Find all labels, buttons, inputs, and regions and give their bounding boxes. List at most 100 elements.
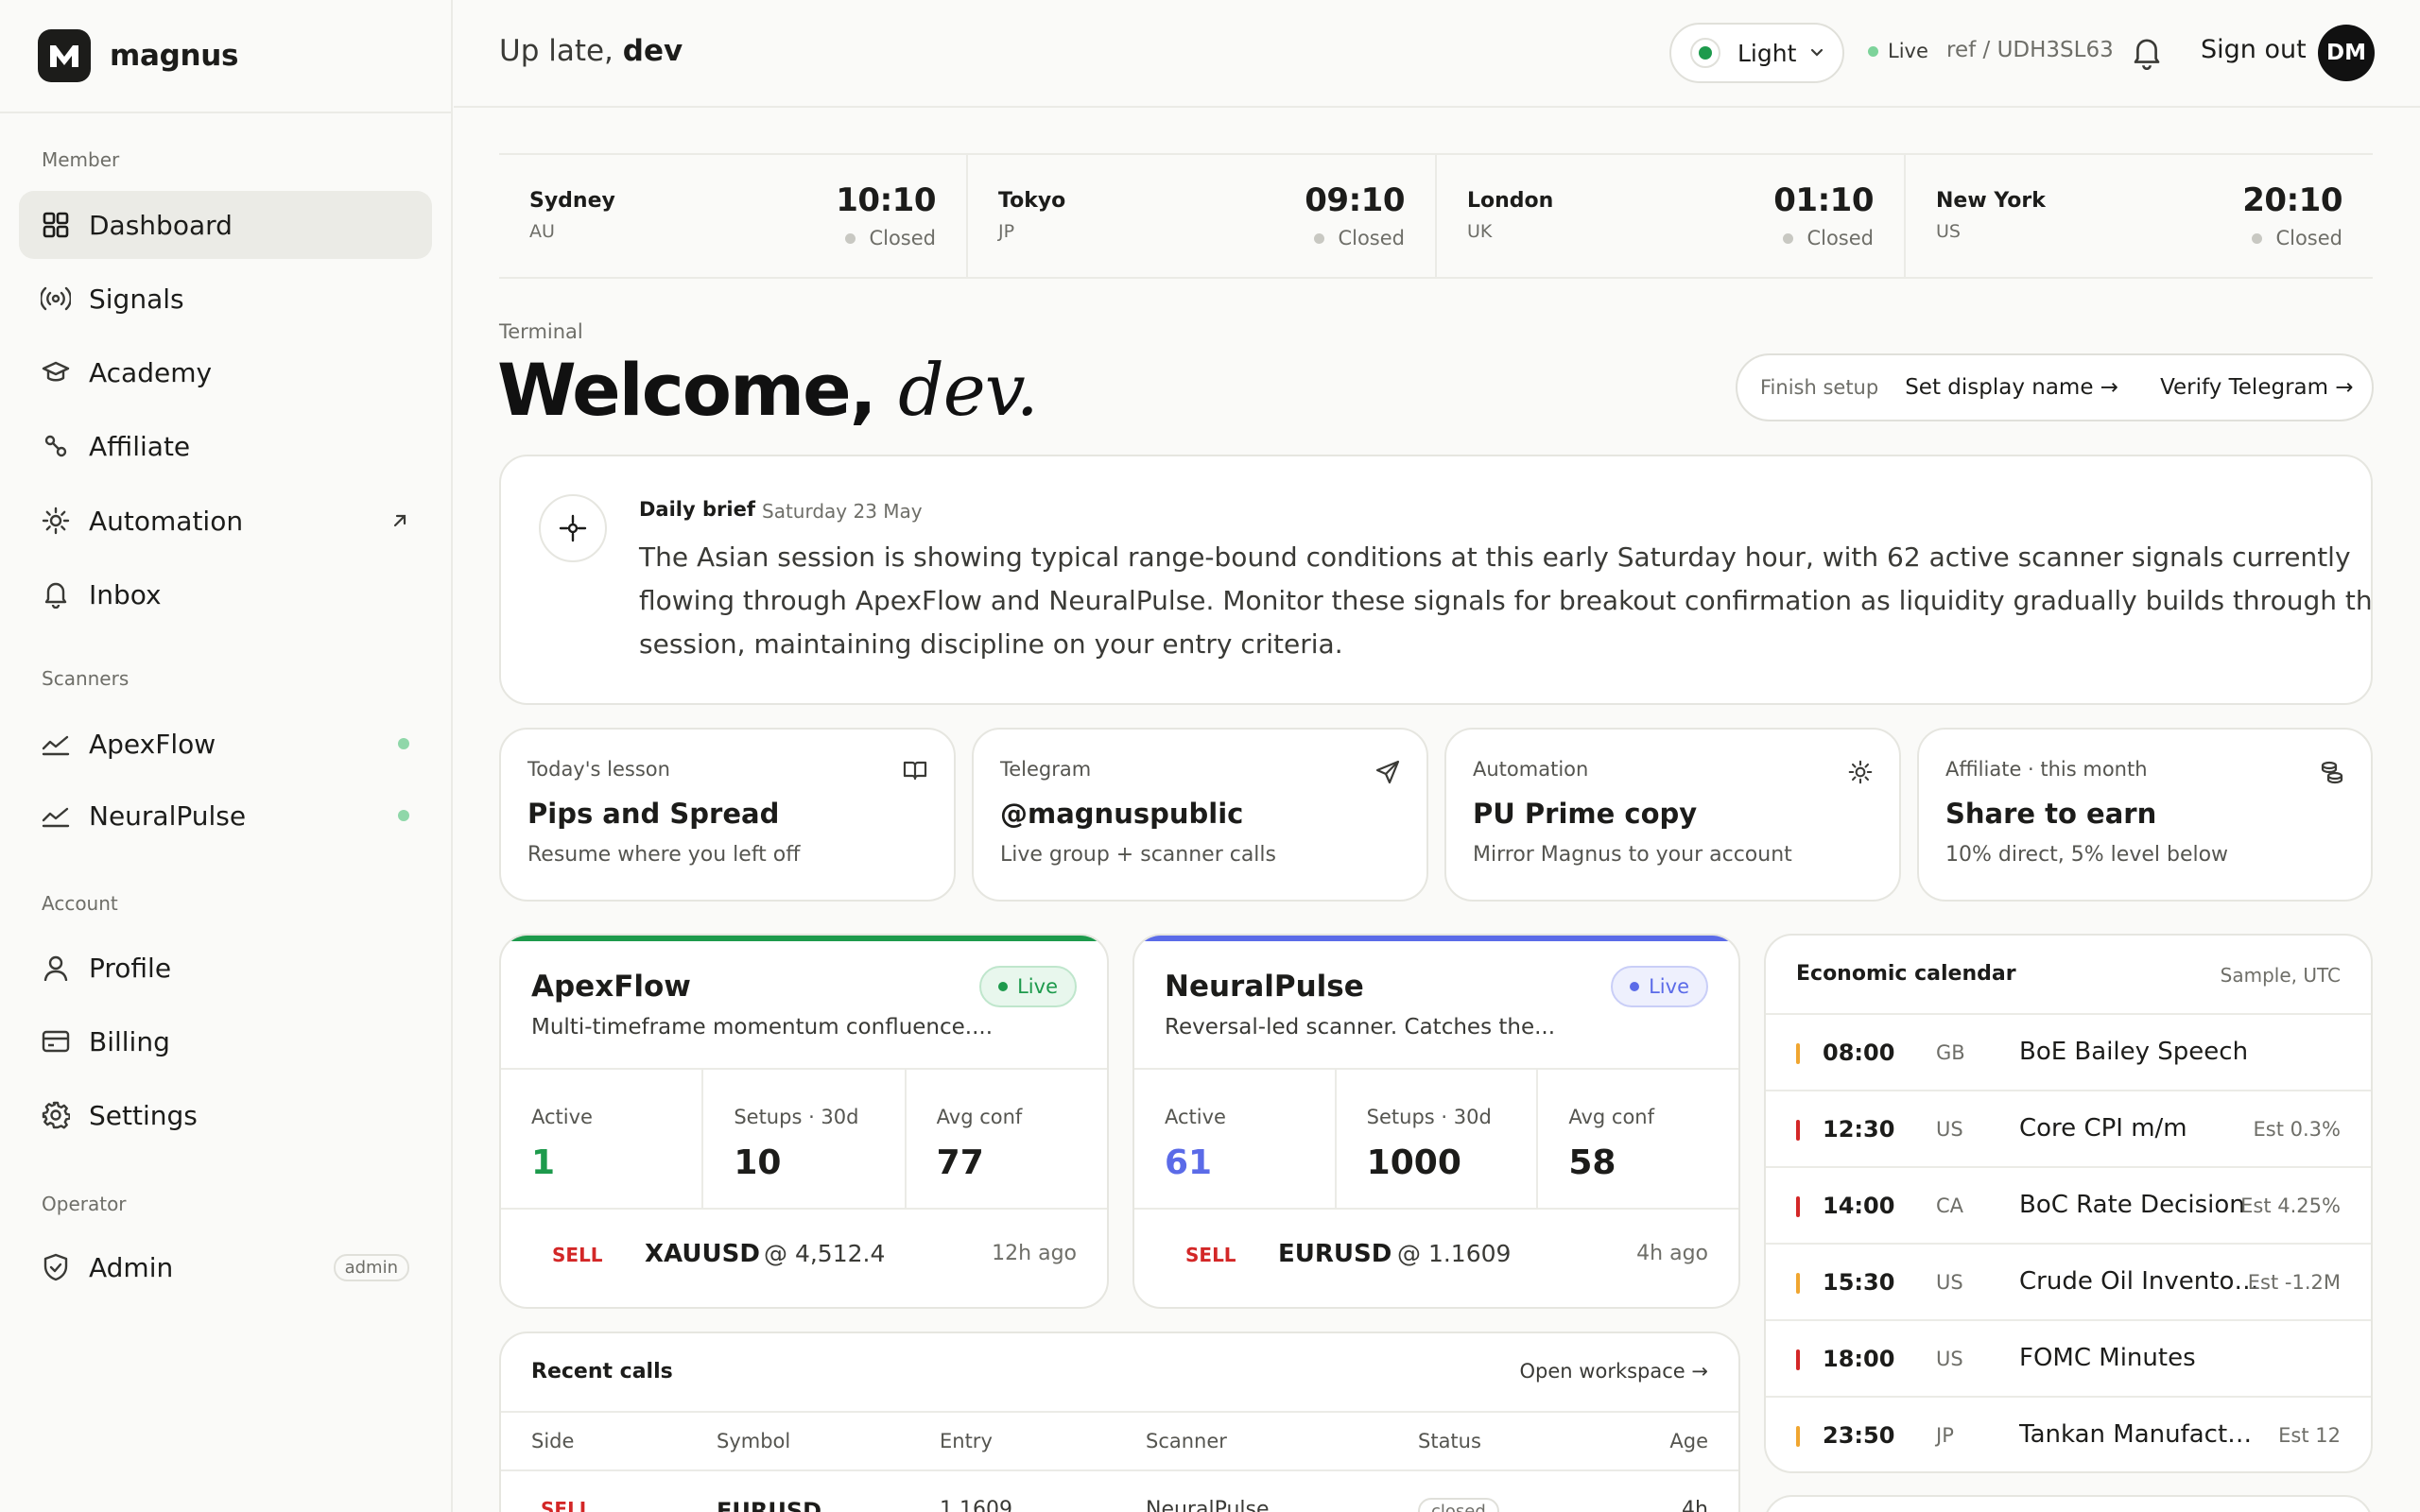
stat-active: Active 1	[501, 1070, 704, 1208]
stat-label: Setups · 30d	[734, 1106, 859, 1128]
column-header[interactable]: Symbol	[717, 1430, 790, 1452]
column-header[interactable]: Age	[1669, 1430, 1708, 1452]
event-name: Crude Oil Inventor...	[2019, 1267, 2265, 1296]
scanner-desc: Reversal-led scanner. Catches the...	[1165, 1015, 1556, 1040]
call-side: SELL	[1185, 1244, 1236, 1266]
event-name: BoE Bailey Speech	[2019, 1038, 2249, 1066]
sidebar-item-billing[interactable]: Billing	[19, 1007, 432, 1075]
card-sub: Mirror Magnus to your account	[1473, 843, 1792, 867]
scanner-card-apexflow[interactable]: ApexFlow Multi-timeframe momentum conflu…	[499, 934, 1109, 1309]
theme-label: Light	[1737, 39, 1797, 67]
sidebar-item-academy[interactable]: Academy	[19, 338, 432, 406]
stat-label: Avg conf	[936, 1106, 1023, 1128]
sidebar-item-automation[interactable]: Automation	[19, 487, 432, 555]
theme-dot-icon	[1690, 38, 1720, 68]
sidebar-item-label: Automation	[89, 505, 244, 537]
sidebar-item-dashboard[interactable]: Dashboard	[19, 191, 432, 259]
table-row[interactable]: SELL EURUSD 1.1609 NeuralPulse closed 4h	[501, 1473, 1738, 1512]
sidebar-item-settings[interactable]: Settings	[19, 1081, 432, 1149]
gear-icon	[40, 1099, 72, 1131]
latest-call[interactable]: SELL XAUUSD @ 4,512.4 12h ago	[501, 1210, 1107, 1304]
sidebar-item-label: Signals	[89, 283, 184, 315]
clock-time: 20:10	[2242, 181, 2342, 219]
ref-code[interactable]: ref / UDH3SL63	[1946, 38, 2114, 62]
sign-out-button[interactable]: Sign out	[2201, 35, 2307, 64]
stat-avg-conf: Avg conf 58	[1538, 1070, 1738, 1208]
sidebar-item-label: ApexFlow	[89, 728, 216, 760]
open-workspace-link[interactable]: Open workspace →	[1520, 1360, 1708, 1383]
nav-group-account: Account	[42, 892, 118, 915]
live-dot	[1868, 45, 1878, 57]
scanner-desc: Multi-timeframe momentum confluence....	[531, 1015, 994, 1040]
clock-status-label: Closed	[2275, 227, 2342, 249]
call-age: 4h ago	[1636, 1242, 1708, 1265]
sidebar-item-profile[interactable]: Profile	[19, 934, 432, 1002]
latest-call[interactable]: SELL EURUSD @ 1.1609 4h ago	[1134, 1210, 1738, 1304]
card-sub: Resume where you left off	[527, 843, 801, 867]
sidebar-item-label: NeuralPulse	[89, 799, 247, 832]
sidebar-item-inbox[interactable]: Inbox	[19, 560, 432, 628]
notifications-bell-icon[interactable]	[2131, 36, 2163, 70]
automation-card[interactable]: Automation PU Prime copy Mirror Magnus t…	[1444, 728, 1901, 902]
welcome-name: dev.	[898, 348, 1039, 432]
avatar[interactable]: DM	[2318, 25, 2375, 81]
sidebar-item-label: Academy	[89, 356, 213, 388]
bell-icon	[40, 578, 72, 610]
event-country: US	[1936, 1118, 1963, 1141]
card-title: PU Prime copy	[1473, 798, 1698, 830]
impact-bar	[1796, 1043, 1800, 1064]
scanner-card-neuralpulse[interactable]: NeuralPulse Reversal-led scanner. Catche…	[1132, 934, 1740, 1309]
sidebar-item-neuralpulse[interactable]: NeuralPulse	[19, 782, 432, 850]
greeting-prefix: Up late,	[499, 34, 623, 68]
status-dot	[845, 232, 856, 244]
call-side: SELL	[552, 1244, 603, 1266]
chart-line-icon	[40, 799, 72, 832]
column-header[interactable]: Entry	[940, 1430, 993, 1452]
impact-bar	[1796, 1120, 1800, 1141]
scanner-name: ApexFlow	[531, 970, 691, 1004]
accent-bar	[1134, 936, 1738, 941]
calendar-row[interactable]: 08:00 GB BoE Bailey Speech	[1766, 1015, 2371, 1091]
calendar-row[interactable]: 15:30 US Crude Oil Inventor... Est -1.2M	[1766, 1245, 2371, 1321]
sidebar-item-affiliate[interactable]: Affiliate	[19, 412, 432, 480]
stat-label: Active	[1165, 1106, 1226, 1128]
card-kicker: Automation	[1473, 758, 1589, 781]
chevron-down-icon	[1809, 48, 1824, 58]
affiliate-card[interactable]: Affiliate · this month Share to earn 10%…	[1917, 728, 2373, 902]
daily-brief-card: Daily brief Saturday 23 May The Asian se…	[499, 455, 2373, 705]
sidebar-item-apexflow[interactable]: ApexFlow	[19, 710, 432, 778]
calendar-row[interactable]: 23:50 JP Tankan Manufacturin... Est 12	[1766, 1398, 2371, 1471]
column-header[interactable]: Side	[531, 1430, 574, 1452]
calendar-row[interactable]: 12:30 US Core CPI m/m Est 0.3%	[1766, 1091, 2371, 1168]
page-title: Welcome, dev.	[497, 348, 1039, 432]
calendar-row[interactable]: 14:00 CA BoC Rate Decision Est 4.25%	[1766, 1168, 2371, 1245]
call-symbol: XAUUSD	[645, 1240, 760, 1268]
column-header[interactable]: Status	[1418, 1430, 1481, 1452]
sidebar-item-admin[interactable]: Admin admin	[19, 1233, 432, 1301]
page-kicker: Terminal	[499, 320, 583, 343]
sidebar-item-signals[interactable]: Signals	[19, 265, 432, 333]
calendar-row[interactable]: 18:00 US FOMC Minutes	[1766, 1321, 2371, 1398]
theme-select[interactable]: Light	[1669, 23, 1844, 83]
clock-time: 10:10	[836, 181, 936, 219]
verify-telegram-link[interactable]: Verify Telegram →	[2160, 375, 2354, 400]
link-nodes-icon	[40, 430, 72, 462]
live-status: Live	[1868, 40, 1928, 62]
brief-date: Saturday 23 May	[762, 500, 923, 523]
sun-gear-icon	[40, 505, 72, 537]
brief-title: Daily brief	[639, 498, 755, 521]
lesson-card[interactable]: Today's lesson Pips and Spread Resume wh…	[499, 728, 956, 902]
event-name: Tankan Manufacturin...	[2019, 1420, 2265, 1449]
column-header[interactable]: Scanner	[1146, 1430, 1227, 1452]
graduation-cap-icon	[40, 356, 72, 388]
logo[interactable]: magnus	[0, 0, 451, 113]
recent-calls-card: Recent calls Open workspace → Side Symbo…	[499, 1332, 1740, 1512]
row-age: 4h	[1682, 1498, 1708, 1512]
status-dot	[398, 738, 409, 749]
stat-value: 61	[1165, 1143, 1213, 1182]
calendar-rows: 08:00 GB BoE Bailey Speech 12:30 US Core CPI…	[1766, 1013, 2371, 1471]
telegram-card[interactable]: Telegram @magnuspublic Live group + scan…	[972, 728, 1428, 902]
set-display-name-link[interactable]: Set display name →	[1905, 375, 2118, 400]
row-scanner: NeuralPulse	[1146, 1498, 1270, 1512]
admin-badge: admin	[333, 1253, 409, 1281]
